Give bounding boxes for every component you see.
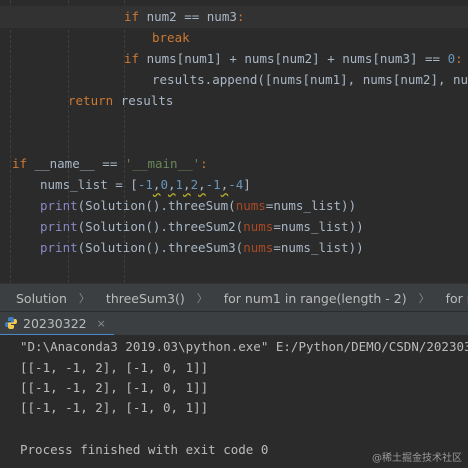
console-line: Process finished with exit code 0: [20, 442, 269, 457]
run-tab-label: 20230322: [23, 315, 87, 331]
code-token: nums: [243, 219, 274, 234]
code-line[interactable]: if num2 == num3:: [0, 6, 468, 28]
code-token: break: [152, 30, 190, 45]
code-token: nums: [243, 240, 274, 255]
console-line: "D:\Anaconda3 2019.03\python.exe" E:/Pyt…: [20, 339, 468, 354]
code-token: 1: [175, 177, 184, 192]
code-token: -1: [205, 177, 221, 192]
code-token: '__main__': [124, 156, 201, 171]
close-icon[interactable]: ×: [97, 317, 106, 330]
code-line[interactable]: break: [0, 27, 468, 49]
code-token: nums_list = [: [40, 177, 138, 192]
code-token: __name__ ==: [34, 156, 125, 171]
code-token: =nums_list)): [273, 219, 364, 234]
code-line[interactable]: return results: [0, 90, 468, 112]
code-token: results: [120, 93, 174, 108]
breadcrumb-item-loop2[interactable]: for num2 in range(le: [430, 291, 468, 306]
code-token: ,: [198, 177, 206, 192]
code-token: :: [200, 156, 208, 171]
code-token: -1: [137, 177, 153, 192]
code-token: :: [455, 51, 463, 66]
chevron-right-icon: 〉: [418, 292, 430, 305]
code-token: return: [68, 93, 121, 108]
code-line[interactable]: [0, 133, 468, 155]
code-token: print: [40, 198, 78, 213]
code-line[interactable]: print(Solution().threeSum(nums=nums_list…: [0, 195, 468, 217]
breadcrumb-item-method[interactable]: threeSum3(): [90, 291, 185, 306]
console-line: [[-1, -1, 2], [-1, 0, 1]]: [20, 380, 209, 395]
code-token: if: [12, 156, 35, 171]
code-token: 2: [190, 177, 199, 192]
code-line[interactable]: print(Solution().threeSum2(nums=nums_lis…: [0, 216, 468, 238]
code-editor[interactable]: if num2 == num3: break if nums[num1] + num…: [0, 0, 468, 283]
code-token: =nums_list)): [265, 198, 357, 213]
console-line: [[-1, -1, 2], [-1, 0, 1]]: [20, 400, 209, 415]
run-console[interactable]: "D:\Anaconda3 2019.03\python.exe" E:/Pyt…: [0, 335, 468, 468]
code-line[interactable]: if nums[num1] + nums[num2] + nums[num3] …: [0, 48, 468, 70]
code-line[interactable]: [0, 112, 468, 134]
code-token: (Solution().threeSum3(: [77, 240, 244, 255]
code-token: 0: [447, 51, 456, 66]
code-line[interactable]: results.append([nums[num1], nums[num2], …: [0, 69, 468, 91]
chevron-right-icon: 〉: [196, 292, 208, 305]
code-line[interactable]: if __name__ == '__main__':: [0, 153, 468, 175]
run-tool-window-header: 20230322 ×: [0, 311, 468, 336]
code-token: (Solution().threeSum(: [77, 198, 236, 213]
code-token: print: [40, 240, 78, 255]
run-tab[interactable]: 20230322 ×: [0, 312, 114, 336]
code-token: if: [124, 9, 147, 24]
breadcrumb-item-class[interactable]: Solution: [0, 291, 67, 306]
python-icon: [4, 316, 18, 330]
console-line: [[-1, -1, 2], [-1, 0, 1]]: [20, 360, 209, 375]
chevron-right-icon: 〉: [78, 292, 90, 305]
code-token: 0: [160, 177, 168, 192]
code-token: :: [236, 9, 245, 24]
code-token: ,: [183, 177, 191, 192]
code-token: if: [124, 51, 147, 66]
code-token: num2 == num3: [146, 9, 237, 24]
breadcrumb-item-loop1[interactable]: for num1 in range(length - 2): [208, 291, 407, 306]
code-token: print: [40, 219, 78, 234]
code-token: results.append([nums[num1], nums[num2], …: [152, 72, 468, 87]
code-token: =nums_list)): [273, 240, 364, 255]
code-token: ,: [167, 177, 176, 192]
code-token: -4: [228, 177, 244, 192]
code-token: ]: [243, 177, 251, 192]
code-line[interactable]: print(Solution().threeSum3(nums=nums_lis…: [0, 237, 468, 259]
breadcrumb: Solution 〉 threeSum3() 〉 for num1 in ran…: [0, 283, 468, 312]
code-token: nums[num1] + nums[num2] + nums[num3] ==: [146, 51, 448, 66]
code-token: (Solution().threeSum2(: [77, 219, 244, 234]
code-token: nums: [235, 198, 266, 213]
watermark: @稀土掘金技术社区: [372, 453, 462, 464]
code-line[interactable]: nums_list = [-1,0,1,2,-1,-4]: [0, 174, 468, 196]
